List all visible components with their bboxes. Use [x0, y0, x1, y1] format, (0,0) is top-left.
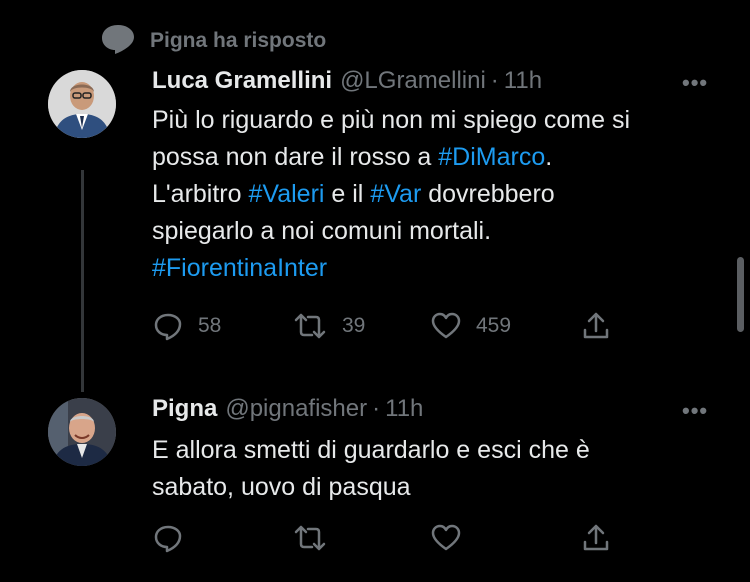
- like-button[interactable]: 459: [430, 310, 580, 342]
- share-button[interactable]: [580, 310, 612, 342]
- tweet-text-line: sabato, uovo di pasqua: [152, 473, 411, 501]
- tweet-actions: [152, 522, 612, 554]
- avatar-luca-gramellini[interactable]: [48, 70, 116, 138]
- author-name[interactable]: Pigna: [152, 395, 217, 423]
- separator-dot: ·: [372, 395, 381, 422]
- share-icon: [580, 310, 612, 342]
- tweet-text-line: #FiorentinaInter: [152, 250, 712, 287]
- tweet-header: Luca Gramellini @LGramellini · 11h: [152, 67, 542, 95]
- tweet-text-line: L'arbitro #Valeri e il #Var dovrebbero: [152, 180, 555, 208]
- retweet-icon: [292, 522, 328, 554]
- more-options-icon[interactable]: •••: [682, 398, 708, 424]
- heart-icon: [430, 310, 462, 342]
- retweet-button[interactable]: 39: [292, 310, 430, 342]
- hashtag-link[interactable]: #FiorentinaInter: [152, 254, 327, 282]
- share-button[interactable]: [580, 522, 612, 554]
- heart-icon: [430, 522, 462, 554]
- hashtag-link[interactable]: #Var: [370, 180, 421, 208]
- scrollbar[interactable]: [737, 257, 744, 332]
- retweet-button[interactable]: [292, 522, 430, 554]
- reply-icon: [152, 310, 184, 342]
- retweet-count: 39: [342, 314, 366, 337]
- separator-dot: ·: [490, 67, 499, 94]
- reply-count: 58: [198, 314, 222, 337]
- tweet-text-line: spiegarlo a noi comuni mortali.: [152, 217, 492, 245]
- reply-icon: [152, 522, 184, 554]
- thread-connector-line: [81, 170, 84, 392]
- author-name[interactable]: Luca Gramellini: [152, 67, 332, 95]
- like-button[interactable]: [430, 522, 580, 554]
- tweet-actions: 58 39 459: [152, 310, 612, 342]
- context-label: Pigna ha risposto: [150, 29, 327, 52]
- avatar-pigna[interactable]: [48, 398, 116, 466]
- retweet-icon: [292, 310, 328, 342]
- tweet-text-line: Più lo riguardo e più non mi spiego come…: [152, 106, 631, 134]
- tweet-text: Più lo riguardo e più non mi spiego come…: [152, 102, 712, 287]
- reply-button[interactable]: [152, 522, 292, 554]
- like-count: 459: [476, 314, 512, 337]
- tweet-text: E allora smetti di guardarlo e esci che …: [152, 432, 712, 506]
- tweet-text-line: possa non dare il rosso a #DiMarco.: [152, 143, 553, 171]
- social-context[interactable]: Pigna ha risposto: [100, 24, 326, 58]
- author-handle[interactable]: @pignafisher: [225, 395, 367, 423]
- share-icon: [580, 522, 612, 554]
- author-handle[interactable]: @LGramellini: [340, 67, 486, 95]
- hashtag-link[interactable]: #DiMarco: [438, 143, 545, 171]
- reply-button[interactable]: 58: [152, 310, 292, 342]
- more-options-icon[interactable]: •••: [682, 70, 708, 96]
- tweet-header: Pigna @pignafisher · 11h: [152, 395, 423, 423]
- tweet-text-line: E allora smetti di guardarlo e esci che …: [152, 436, 590, 464]
- tweet-time[interactable]: 11h: [504, 67, 542, 95]
- speech-bubble-icon: [100, 23, 136, 60]
- hashtag-link[interactable]: #Valeri: [248, 180, 324, 208]
- tweet-time[interactable]: 11h: [385, 395, 423, 423]
